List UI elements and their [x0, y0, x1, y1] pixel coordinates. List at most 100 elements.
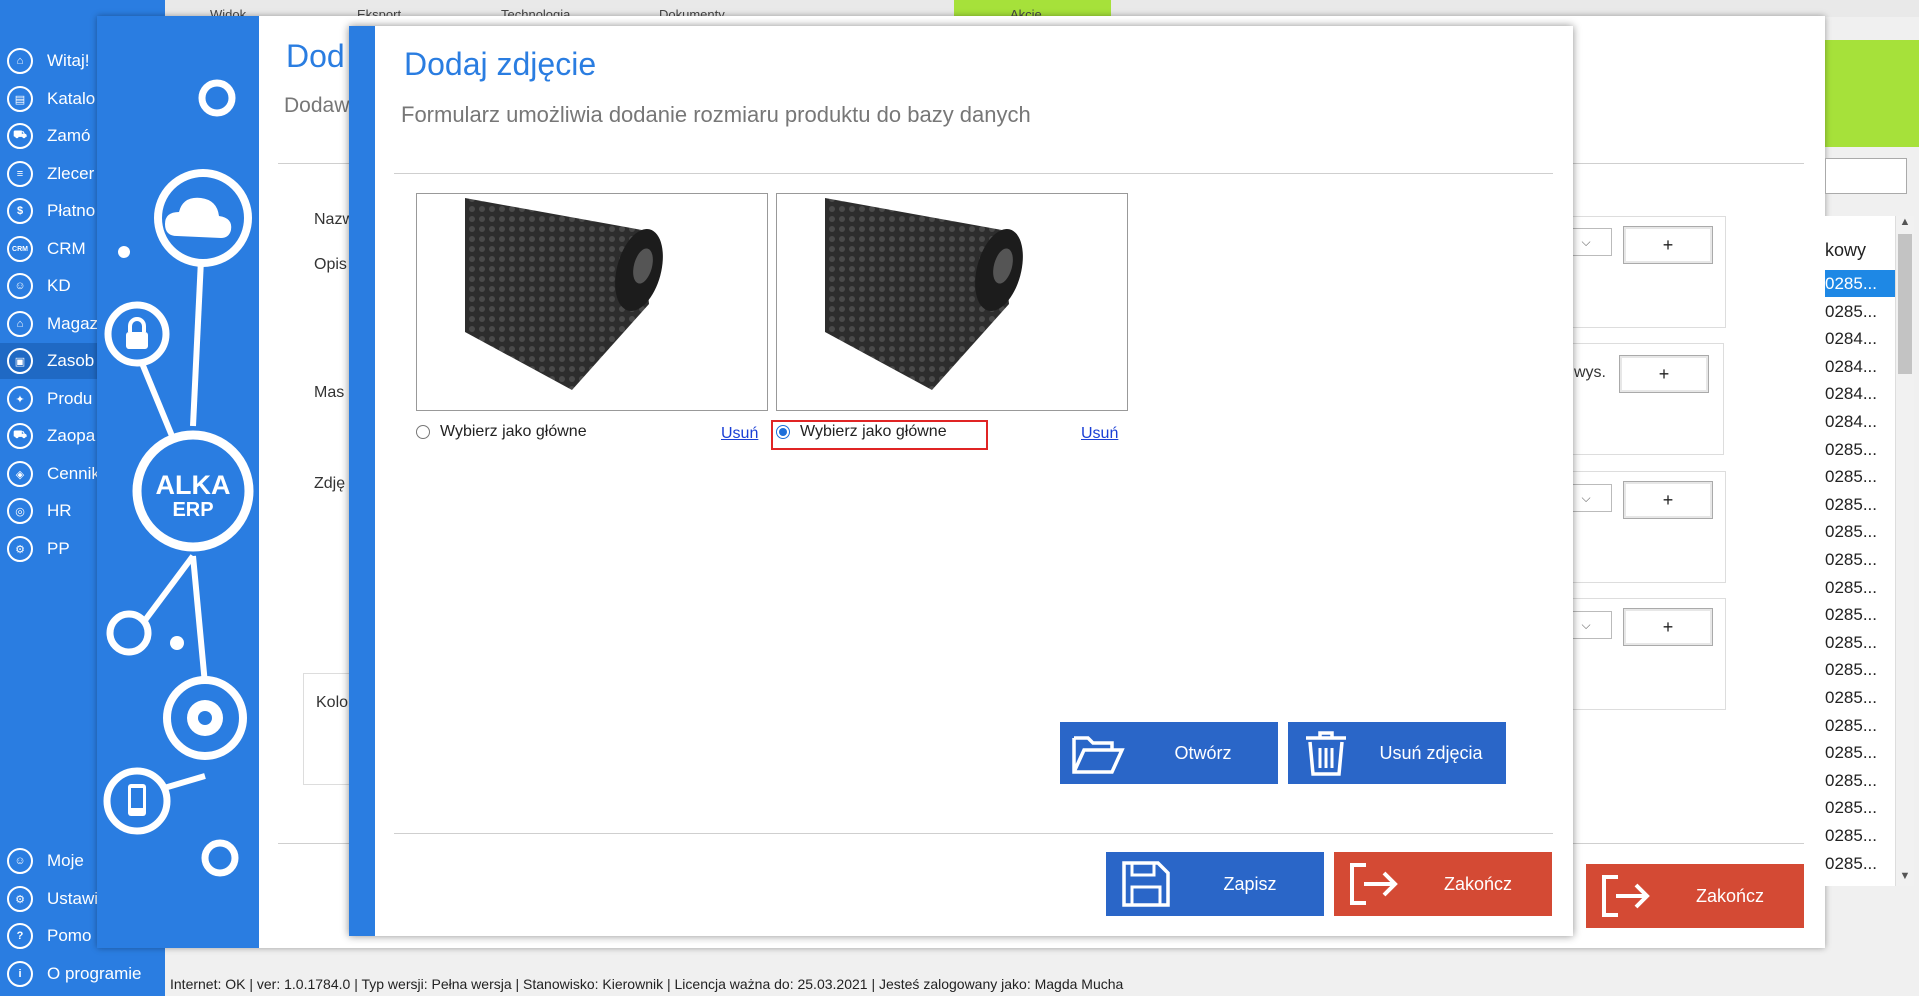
product-list: kowy 0285... 0285... 0284... 0284... 0284...…	[1825, 216, 1895, 886]
top-menu-bar: Widok Eksport Technologia Dokumenty Akcj…	[165, 0, 1919, 17]
sidebar-item-label: CRM	[47, 239, 86, 258]
remove-photo-1-link[interactable]: Usuń	[721, 425, 758, 443]
crm-icon: CRM	[7, 236, 33, 262]
photo-thumbnail-2[interactable]	[776, 193, 1128, 411]
field-label-description: Opis	[314, 256, 347, 273]
production-icon: ✦	[7, 386, 33, 412]
tab-eksport[interactable]: Eksport	[357, 0, 437, 17]
folder-icon	[1072, 736, 1125, 774]
resources-icon: ▣	[7, 348, 33, 374]
divider	[394, 173, 1553, 174]
user-icon: ☺	[7, 848, 33, 874]
sidebar-item-label: Produ	[47, 389, 93, 408]
list-item[interactable]: 0284...	[1825, 380, 1895, 407]
list-item[interactable]: 0285...	[1825, 518, 1895, 545]
background-close-button[interactable]: Zakończ	[1586, 864, 1804, 928]
tab-widok[interactable]: Widok	[210, 0, 280, 17]
factory-icon: ⚙	[7, 536, 33, 562]
trash-icon	[1306, 731, 1346, 776]
exit-icon	[1602, 875, 1650, 917]
list-item[interactable]: 0285...	[1825, 270, 1895, 297]
sidebar-item-label: Płatno	[47, 201, 96, 220]
delete-photos-button[interactable]: Usuń zdjęcia	[1288, 722, 1506, 784]
settings-icon: ⚙	[7, 886, 33, 912]
radio-button[interactable]	[416, 425, 430, 439]
info-icon: i	[7, 961, 33, 987]
logo-subtext: ERP	[172, 499, 213, 521]
radio-label: Wybierz jako główne	[440, 423, 587, 440]
person-icon: ☺	[7, 273, 33, 299]
annotation-highlight	[771, 420, 988, 450]
sidebar-item-label: Ustawi	[47, 889, 99, 908]
add-button-2[interactable]: +	[1619, 355, 1709, 393]
list-item[interactable]: 0285...	[1825, 656, 1895, 683]
dialog-title: Dodaj zdjęcie	[404, 46, 597, 82]
chevron-up-icon[interactable]: ▲	[1896, 216, 1914, 232]
remove-photo-2-link[interactable]: Usuń	[1081, 425, 1118, 443]
tab-technologia[interactable]: Technologia	[501, 0, 601, 17]
dollar-icon: $	[7, 198, 33, 224]
list-item[interactable]: 0285...	[1825, 601, 1895, 628]
sidebar-item-label: Zaopa	[47, 426, 96, 445]
add-button-1[interactable]: +	[1623, 226, 1713, 264]
field-label-name: Nazw	[314, 211, 355, 228]
sidebar-item-label: Zamó	[47, 126, 91, 145]
sidebar-item-label: Moje	[47, 851, 84, 870]
add-photo-dialog: Dodaj zdjęcie Formularz umożliwia dodani…	[349, 26, 1573, 936]
divider	[394, 833, 1553, 834]
field-label-height: wys.	[1574, 364, 1606, 381]
list-item[interactable]: 0285...	[1825, 767, 1895, 794]
list-item[interactable]: 0284...	[1825, 408, 1895, 435]
list-item[interactable]: 0285...	[1825, 491, 1895, 518]
list-item[interactable]: 0285...	[1825, 739, 1895, 766]
status-bar: Internet: OK | ver: 1.0.1784.0 | Typ wer…	[170, 976, 1124, 992]
background-page-subtitle: Dodaw	[284, 94, 350, 117]
field-label-color: Kolo	[316, 694, 349, 711]
list-item[interactable]: 0285...	[1825, 684, 1895, 711]
tab-dokumenty[interactable]: Dokumenty	[659, 0, 759, 17]
floppy-disk-icon	[1122, 861, 1170, 907]
list-item[interactable]: 0285...	[1825, 629, 1895, 656]
list-item[interactable]: 0285...	[1825, 712, 1895, 739]
save-button[interactable]: Zapisz	[1106, 852, 1324, 916]
add-button-4[interactable]: +	[1623, 608, 1713, 646]
open-button[interactable]: Otwórz	[1060, 722, 1278, 784]
green-header-area	[1825, 40, 1919, 147]
list-item[interactable]: 0285...	[1825, 298, 1895, 325]
select-main-photo-1[interactable]: Wybierz jako główne	[416, 423, 587, 441]
list-item[interactable]: 0285...	[1825, 794, 1895, 821]
tag-icon: ◈	[7, 461, 33, 487]
list-item[interactable]: 0285...	[1825, 436, 1895, 463]
field-label-mass: Mas	[314, 384, 345, 401]
truck-icon: ⛟	[7, 423, 33, 449]
cart-icon: ⛟	[7, 123, 33, 149]
photo-thumbnail-1[interactable]	[416, 193, 768, 411]
book-icon: ▤	[7, 86, 33, 112]
close-button[interactable]: Zakończ	[1334, 852, 1552, 916]
list-item[interactable]: 0284...	[1825, 353, 1895, 380]
scrollbar-thumb[interactable]	[1898, 234, 1912, 374]
list-item[interactable]: 0285...	[1825, 546, 1895, 573]
list-item[interactable]: 0284...	[1825, 325, 1895, 352]
sidebar-item-label: Cennik	[47, 464, 100, 483]
rubber-mat-roll-image	[465, 198, 663, 390]
list-scrollbar[interactable]: ▲ ▼	[1895, 216, 1914, 886]
sidebar-item-label: Witaj!	[47, 51, 90, 70]
add-button-3[interactable]: +	[1623, 481, 1713, 519]
sidebar-item-o-programie[interactable]: i O programie	[0, 956, 165, 992]
sidebar-item-label: PP	[47, 539, 70, 558]
chevron-down-icon[interactable]: ▼	[1896, 870, 1914, 886]
list-item[interactable]: 0285...	[1825, 822, 1895, 849]
dialog-accent-stripe	[349, 26, 375, 936]
list-item[interactable]: 0285...	[1825, 574, 1895, 601]
alka-erp-graphic-panel: ALKA ERP	[97, 16, 259, 948]
tab-akcje[interactable]: Akcje	[954, 0, 1111, 17]
background-page-title: Dod	[286, 38, 345, 74]
list-item[interactable]: 0285...	[1825, 463, 1895, 490]
list-search-input[interactable]	[1825, 158, 1907, 194]
dialog-subtitle: Formularz umożliwia dodanie rozmiaru pro…	[401, 102, 1031, 127]
sidebar-item-label: Magaz	[47, 314, 99, 333]
list-item[interactable]: 0285...	[1825, 850, 1895, 877]
network-graphic: ALKA ERP	[103, 79, 254, 877]
hr-icon: ◎	[7, 498, 33, 524]
